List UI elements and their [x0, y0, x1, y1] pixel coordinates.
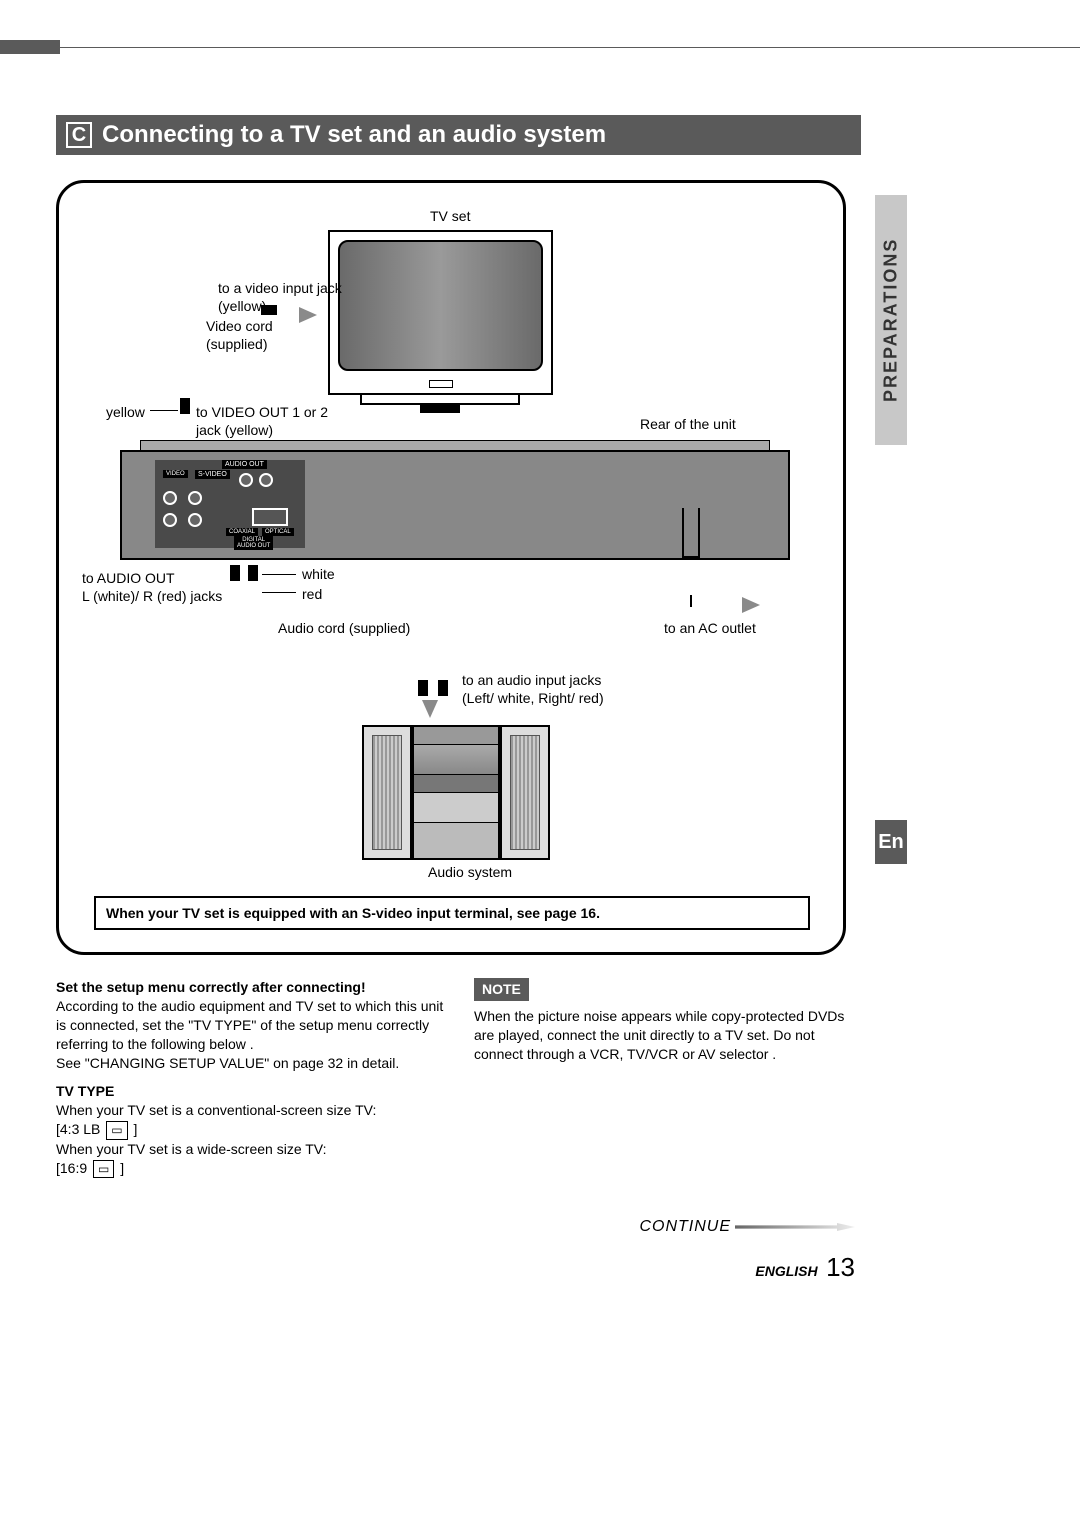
- panel-optical: OPTICAL: [262, 528, 294, 536]
- aspect-169-icon: ▭: [93, 1160, 114, 1178]
- page-num: 13: [826, 1252, 855, 1282]
- arrow-ac: [742, 597, 760, 613]
- white-plug-icon: [230, 565, 240, 581]
- label-video-cord: Video cord (supplied): [206, 318, 273, 353]
- header-rule: [60, 47, 1080, 48]
- label-audio-out: to AUDIO OUT L (white)/ R (red) jacks: [82, 570, 222, 605]
- yellow-plug-icon: [180, 398, 190, 414]
- svideo-note: When your TV set is equipped with an S-v…: [94, 896, 810, 930]
- right-column: NOTE When the picture noise appears whil…: [474, 978, 854, 1064]
- ratio-43-text: [4:3 LB: [56, 1121, 100, 1137]
- section-title: Connecting to a TV set and an audio syst…: [102, 121, 606, 149]
- white-lead: [262, 574, 296, 575]
- tv-base: [360, 395, 520, 405]
- video-plug-icon: [261, 305, 277, 315]
- tv-type-conventional: When your TV set is a conventional-scree…: [56, 1101, 456, 1120]
- label-red: red: [302, 586, 322, 604]
- aspect-43-icon: ▭: [106, 1121, 127, 1139]
- panel-coaxial: COAXIAL: [226, 528, 258, 536]
- side-tab-en: En: [875, 820, 907, 864]
- page-number: ENGLISH 13: [755, 1252, 855, 1283]
- section-letter: C: [66, 122, 92, 148]
- power-cord: [682, 508, 700, 558]
- jack-icon: [163, 513, 177, 527]
- setup-para1: According to the audio equipment and TV …: [56, 997, 456, 1054]
- jack-icon: [188, 513, 202, 527]
- yellow-lead-line: [150, 410, 178, 411]
- tv-icon: [328, 230, 553, 395]
- header-stub: [0, 40, 60, 54]
- arrow-to-tv: [299, 307, 317, 323]
- bracket-close: ]: [134, 1121, 138, 1137]
- panel-audio-out: AUDIO OUT: [222, 460, 267, 469]
- jack-icon: [239, 473, 253, 487]
- label-ac-outlet: to an AC outlet: [664, 620, 756, 638]
- left-column: Set the setup menu correctly after conne…: [56, 978, 456, 1178]
- label-audio-cord: Audio cord (supplied): [278, 620, 410, 638]
- ratio-169: [16:9 ▭ ]: [56, 1159, 456, 1178]
- tv-stand: [420, 405, 460, 413]
- label-tvset: TV set: [430, 208, 470, 226]
- note-text: When the picture noise appears while cop…: [474, 1007, 854, 1064]
- label-yellow: yellow: [106, 404, 145, 422]
- optical-jack: [252, 508, 288, 526]
- tv-type-wide: When your TV set is a wide-screen size T…: [56, 1140, 456, 1159]
- jack-icon: [259, 473, 273, 487]
- page-lang: ENGLISH: [755, 1263, 817, 1279]
- label-white: white: [302, 566, 335, 584]
- ratio-169-text: [16:9: [56, 1160, 87, 1176]
- panel-svideo: S-VIDEO: [195, 470, 230, 479]
- label-video-out: to VIDEO OUT 1 or 2 jack (yellow): [196, 404, 328, 439]
- audio-plug-icon: [438, 680, 448, 696]
- red-plug-icon: [248, 565, 258, 581]
- setup-heading: Set the setup menu correctly after conne…: [56, 978, 456, 997]
- setup-para2: See "CHANGING SETUP VALUE" on page 32 in…: [56, 1054, 456, 1073]
- jack-icon: [188, 491, 202, 505]
- panel-digital: DIGITAL AUDIO OUT: [234, 536, 273, 550]
- note-badge: NOTE: [474, 978, 529, 1001]
- section-heading: C Connecting to a TV set and an audio sy…: [56, 115, 861, 155]
- label-audio-system: Audio system: [428, 864, 512, 882]
- tv-type-heading: TV TYPE: [56, 1082, 456, 1101]
- audio-system-icon: [362, 725, 550, 860]
- label-video-input-jack: to a video input jack (yellow): [218, 280, 342, 315]
- audio-plug-icon: [418, 680, 428, 696]
- label-audio-input-jacks: to an audio input jacks (Left/ white, Ri…: [462, 672, 604, 707]
- continue-indicator: CONTINUE: [639, 1218, 855, 1236]
- power-cord-drop: [690, 595, 692, 607]
- label-rear-unit: Rear of the unit: [640, 416, 736, 434]
- continue-text: CONTINUE: [639, 1218, 731, 1236]
- jack-icon: [163, 491, 177, 505]
- continue-arrow-icon: [735, 1223, 855, 1231]
- arrow-to-stereo: [422, 700, 438, 718]
- side-tab-preparations: PREPARATIONS: [875, 195, 907, 445]
- bracket-close: ]: [120, 1160, 124, 1176]
- panel-video: VIDEO: [163, 470, 188, 478]
- red-lead: [262, 592, 296, 593]
- ratio-43: [4:3 LB ▭ ]: [56, 1120, 456, 1139]
